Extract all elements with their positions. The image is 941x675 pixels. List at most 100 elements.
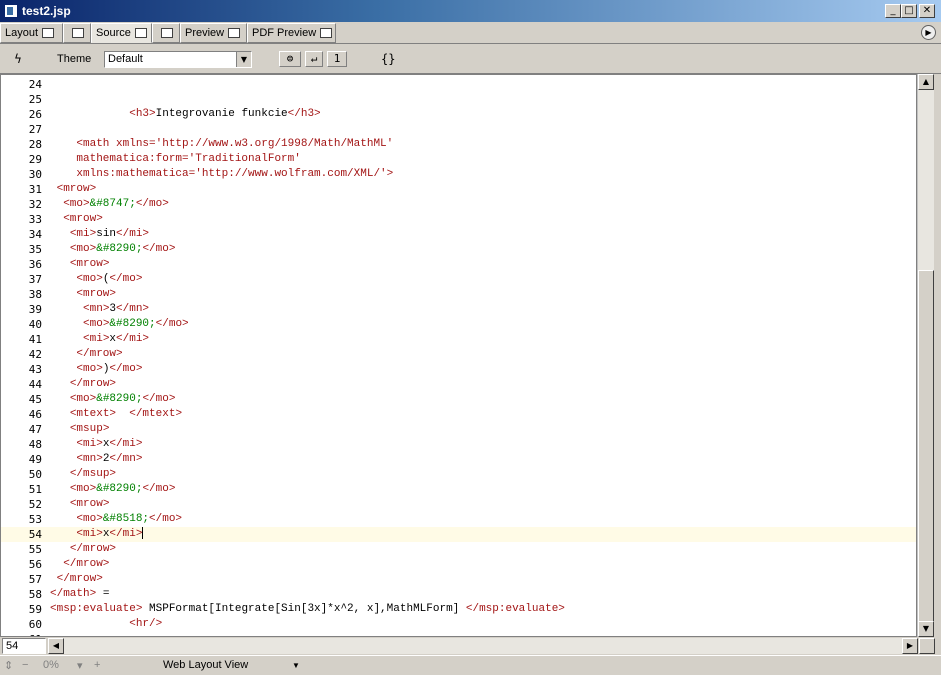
resize-arrows-icon[interactable]: ⇕ — [4, 659, 13, 672]
zoom-dropdown-icon[interactable]: ▾ — [77, 659, 83, 672]
code-line[interactable]: 46 <mtext> </mtext> — [1, 407, 916, 422]
code-line[interactable]: 48 <mi>x</mi> — [1, 437, 916, 452]
line-numbers-button[interactable]: 1 — [327, 51, 347, 67]
minimize-button[interactable]: _ — [885, 4, 901, 18]
code-text: <mi>x</mi> — [50, 332, 149, 347]
line-number: 43 — [28, 363, 42, 376]
code-line[interactable]: 35 <mo>&#8290;</mo> — [1, 242, 916, 257]
tab-preview[interactable]: Preview — [180, 23, 247, 43]
code-line[interactable]: 45 <mo>&#8290;</mo> — [1, 392, 916, 407]
code-line[interactable]: 29 mathematica:form='TraditionalForm' — [1, 152, 916, 167]
horizontal-scrollbar[interactable]: ◀ ▶ — [48, 638, 918, 654]
vertical-scroll-thumb[interactable] — [918, 270, 934, 622]
code-line[interactable]: 27 — [1, 122, 916, 137]
code-tag: <mi> — [83, 333, 110, 345]
code-tag: <mo> — [63, 198, 90, 210]
code-line[interactable]: 33 <mrow> — [1, 212, 916, 227]
code-line[interactable]: 54 <mi>x</mi> — [1, 527, 916, 542]
code-line[interactable]: 44 </mrow> — [1, 377, 916, 392]
code-text: </mrow> — [50, 557, 109, 572]
code-line[interactable]: 56 </mrow> — [1, 557, 916, 572]
line-number: 26 — [28, 108, 42, 121]
code-tag: <mrow> — [69, 498, 110, 510]
code-plain — [50, 273, 76, 285]
code-line[interactable]: 58 </math> = — [1, 587, 916, 602]
code-tag: <math xmlns='http://www.w3.org/1998/Math… — [76, 138, 394, 150]
code-line[interactable]: 32 <mo>&#8747;</mo> — [1, 197, 916, 212]
code-text: <mn>2</mn> — [50, 452, 142, 467]
code-editor[interactable]: 24 25 26 <h3>Integrovanie funkcie</h3> 27 28… — [0, 74, 917, 637]
code-entity: &#8290; — [96, 483, 143, 495]
scroll-up-button[interactable]: ▲ — [918, 74, 934, 90]
play-icon[interactable]: ▶ — [921, 25, 936, 40]
vertical-scrollbar[interactable]: ▲ ▼ — [917, 74, 934, 637]
line-number: 27 — [28, 123, 42, 136]
line-number-field[interactable]: 54 — [2, 638, 46, 654]
code-tag: <mo> — [76, 363, 103, 375]
braces-button[interactable]: {} — [381, 52, 395, 66]
code-text: <msup> — [50, 422, 110, 437]
code-line[interactable]: 52 <mrow> — [1, 497, 916, 512]
tab-split[interactable] — [63, 23, 91, 43]
tab-outline[interactable] — [152, 23, 180, 43]
code-line[interactable]: 28 <math xmlns='http://www.w3.org/1998/M… — [1, 137, 916, 152]
scroll-left-button[interactable]: ◀ — [48, 638, 64, 654]
code-line[interactable]: 47 <msup> — [1, 422, 916, 437]
lightning-icon[interactable]: ϟ — [14, 52, 22, 66]
code-line[interactable]: 34 <mi>sin</mi> — [1, 227, 916, 242]
code-line[interactable]: 39 <mn>3</mn> — [1, 302, 916, 317]
code-line[interactable]: 50 </msup> — [1, 467, 916, 482]
code-line[interactable]: 25 — [1, 92, 916, 107]
scroll-down-button[interactable]: ▼ — [918, 621, 934, 637]
code-plain — [50, 168, 76, 180]
code-plain — [50, 228, 70, 240]
code-line[interactable]: 30 xmlns:mathematica='http://www.wolfram… — [1, 167, 916, 182]
line-number: 38 — [28, 288, 42, 301]
theme-select[interactable]: Default ▼ — [104, 51, 252, 68]
zoom-in-icon[interactable]: + — [94, 659, 100, 671]
code-tag: </mn> — [109, 453, 143, 465]
code-line[interactable]: 38 <mrow> — [1, 287, 916, 302]
bottom-row: 54 ◀ ▶ — [0, 637, 941, 655]
tab-pdf-preview[interactable]: PDF Preview — [247, 23, 336, 43]
code-tag: <msp:evaluate> — [50, 603, 143, 615]
code-entity: &#8290; — [96, 393, 143, 405]
code-text: <mo>&#8290;</mo> — [50, 242, 176, 257]
code-line[interactable]: 31 <mrow> — [1, 182, 916, 197]
tab-layout[interactable]: Layout — [0, 23, 63, 43]
zoom-out-icon[interactable]: − — [22, 659, 28, 671]
code-tag: </mrow> — [76, 348, 123, 360]
code-line[interactable]: 55 </mrow> — [1, 542, 916, 557]
code-plain — [50, 393, 70, 405]
code-line[interactable]: 40 <mo>&#8290;</mo> — [1, 317, 916, 332]
code-tag: <mtext> — [69, 408, 117, 420]
code-line[interactable]: 57 </mrow> — [1, 572, 916, 587]
pdf-icon — [320, 28, 333, 39]
code-line[interactable]: 37 <mo>(</mo> — [1, 272, 916, 287]
code-text: <mtext> </mtext> — [50, 407, 182, 422]
code-line[interactable]: 49 <mn>2</mn> — [1, 452, 916, 467]
return-arrow-button[interactable]: ↵ — [305, 51, 323, 67]
code-line[interactable]: 60 <hr/> — [1, 617, 916, 632]
maximize-button[interactable]: □ — [901, 4, 917, 18]
tab-source[interactable]: Source — [91, 23, 152, 43]
line-number: 48 — [28, 438, 42, 451]
view-mode-dropdown-icon[interactable]: ▼ — [292, 661, 300, 670]
code-line[interactable]: 43 <mo>)</mo> — [1, 362, 916, 377]
code-line[interactable]: 24 — [1, 77, 916, 92]
code-line[interactable]: 41 <mi>x</mi> — [1, 332, 916, 347]
code-tag: <mo> — [76, 513, 103, 525]
code-line[interactable]: 42 </mrow> — [1, 347, 916, 362]
close-button[interactable]: ✕ — [919, 4, 935, 18]
zoom-level: 0% — [43, 659, 59, 671]
chevron-down-icon[interactable]: ▼ — [236, 52, 251, 67]
wrap-button[interactable]: ⊜ — [279, 51, 301, 67]
code-line[interactable]: 53 <mo>&#8518;</mo> — [1, 512, 916, 527]
code-line[interactable]: 51 <mo>&#8290;</mo> — [1, 482, 916, 497]
code-line[interactable]: 59 <msp:evaluate> MSPFormat[Integrate[Sin… — [1, 602, 916, 617]
line-number: 57 — [28, 573, 42, 586]
status-bar: ⇕ − 0% ▾ + Web Layout View ▼ — [0, 655, 941, 675]
scroll-right-button[interactable]: ▶ — [902, 638, 918, 654]
code-line[interactable]: 26 <h3>Integrovanie funkcie</h3> — [1, 107, 916, 122]
code-line[interactable]: 36 <mrow> — [1, 257, 916, 272]
